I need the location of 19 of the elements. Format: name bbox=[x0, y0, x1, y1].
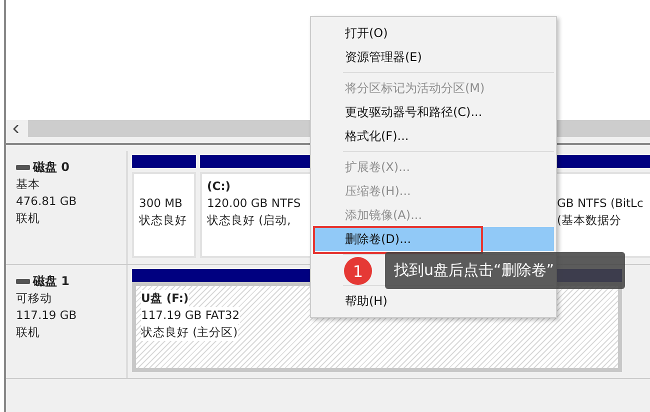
partition-info-text: GB NTFS (BitLc bbox=[557, 195, 644, 212]
disk-type: 可移动 bbox=[16, 290, 53, 307]
disk-type: 基本 bbox=[16, 176, 41, 193]
disk-status: 联机 bbox=[16, 324, 41, 341]
partition-label: (C:) bbox=[207, 178, 231, 195]
disk-name: 磁盘 0 bbox=[33, 159, 70, 176]
partition-info-text: 300 MB bbox=[139, 195, 182, 212]
disk-name: 磁盘 1 bbox=[33, 273, 70, 290]
partition-info-text: 120.00 GB NTFS bbox=[207, 195, 301, 212]
partition-info-text: 状态良好 (主分区) bbox=[141, 324, 238, 341]
partition-info-text: (基本数据分 bbox=[557, 212, 622, 229]
partition-info-text: 117.19 GB FAT32 bbox=[141, 307, 240, 324]
disk-size: 117.19 GB bbox=[16, 307, 78, 324]
partition-label: U盘 (F:) bbox=[141, 290, 189, 307]
partition-info-text: 状态良好 (启动, bbox=[207, 212, 291, 229]
disk-status: 联机 bbox=[16, 210, 41, 227]
step-tooltip: 找到u盘后点击“删除卷” bbox=[385, 252, 625, 289]
partition-info-text: 状态良好 bbox=[139, 212, 187, 229]
disk-size: 476.81 GB bbox=[16, 193, 78, 210]
